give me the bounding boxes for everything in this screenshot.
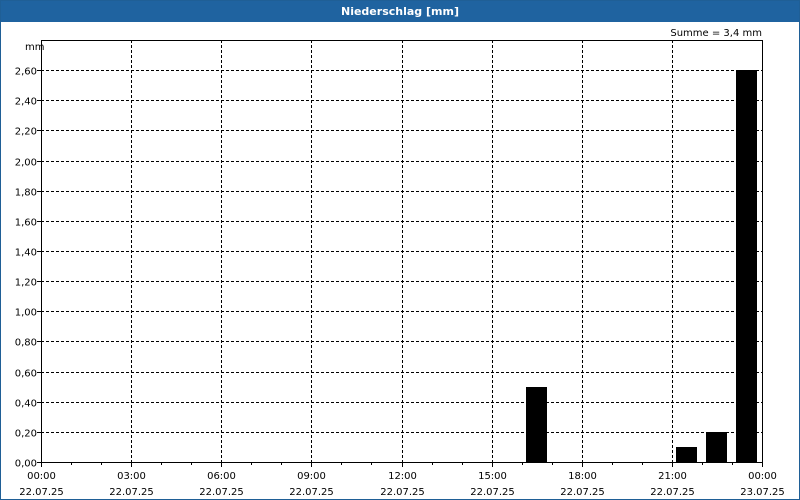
- x-tick-time-label: 21:00: [658, 471, 687, 482]
- precipitation-bar: [706, 432, 727, 462]
- x-tick-time-label: 12:00: [388, 471, 417, 482]
- precipitation-bar: [736, 70, 757, 462]
- x-tick-time-label: 15:00: [478, 471, 507, 482]
- grid-layer: [41, 40, 762, 462]
- x-tick-time-label: 00:00: [748, 471, 777, 482]
- x-tick-date-label: 22.07.25: [470, 487, 515, 498]
- x-tick-time-label: 06:00: [207, 471, 236, 482]
- y-tick-label: 1,40: [15, 248, 37, 259]
- precipitation-chart: 0,00 0,20 0,40 0,60 0,80 1,00 1,20 1,40 1,60 1,80…: [15, 28, 785, 499]
- y-tick-label: 0,80: [15, 338, 37, 349]
- sum-annotation: Summe = 3,4 mm: [670, 28, 762, 39]
- x-tick-date-label: 22.07.25: [289, 487, 334, 498]
- x-tick-time-label: 18:00: [568, 471, 597, 482]
- y-axis-label: mm: [25, 42, 44, 53]
- y-tick-label: 1,20: [15, 278, 37, 289]
- x-tick-date-label: 23.07.25: [740, 487, 785, 498]
- y-tick-label: 0,20: [15, 429, 37, 440]
- y-tick-label: 1,60: [15, 218, 37, 229]
- axis-layer: 0,00 0,20 0,40 0,60 0,80 1,00 1,20 1,40 1,60 1,80…: [15, 67, 785, 499]
- y-tick-label: 0,40: [15, 399, 37, 410]
- y-tick-label: 2,20: [15, 127, 37, 138]
- y-tick-label: 1,80: [15, 188, 37, 199]
- x-tick-time-label: 00:00: [27, 471, 56, 482]
- x-tick-date-label: 22.07.25: [650, 487, 695, 498]
- y-tick-label: 0,00: [15, 459, 37, 470]
- y-tick-label: 2,40: [15, 97, 37, 108]
- y-tick-label: 1,00: [15, 308, 37, 319]
- precipitation-bar: [526, 387, 547, 462]
- x-tick-date-label: 22.07.25: [199, 487, 244, 498]
- precipitation-bar: [676, 447, 697, 462]
- x-tick-date-label: 22.07.25: [560, 487, 605, 498]
- x-tick-date-label: 22.07.25: [380, 487, 425, 498]
- y-tick-label: 2,00: [15, 158, 37, 169]
- chart-window: 0,00 0,20 0,40 0,60 0,80 1,00 1,20 1,40 1,60 1,80…: [0, 0, 800, 500]
- x-tick-time-label: 03:00: [117, 471, 146, 482]
- x-tick-date-label: 22.07.25: [109, 487, 154, 498]
- y-tick-label: 2,60: [15, 67, 37, 78]
- x-tick-date-label: 22.07.25: [19, 487, 64, 498]
- bar-layer: [526, 70, 757, 462]
- y-tick-label: 0,60: [15, 369, 37, 380]
- x-tick-time-label: 09:00: [297, 471, 326, 482]
- chart-title: Niederschlag [mm]: [1, 1, 799, 22]
